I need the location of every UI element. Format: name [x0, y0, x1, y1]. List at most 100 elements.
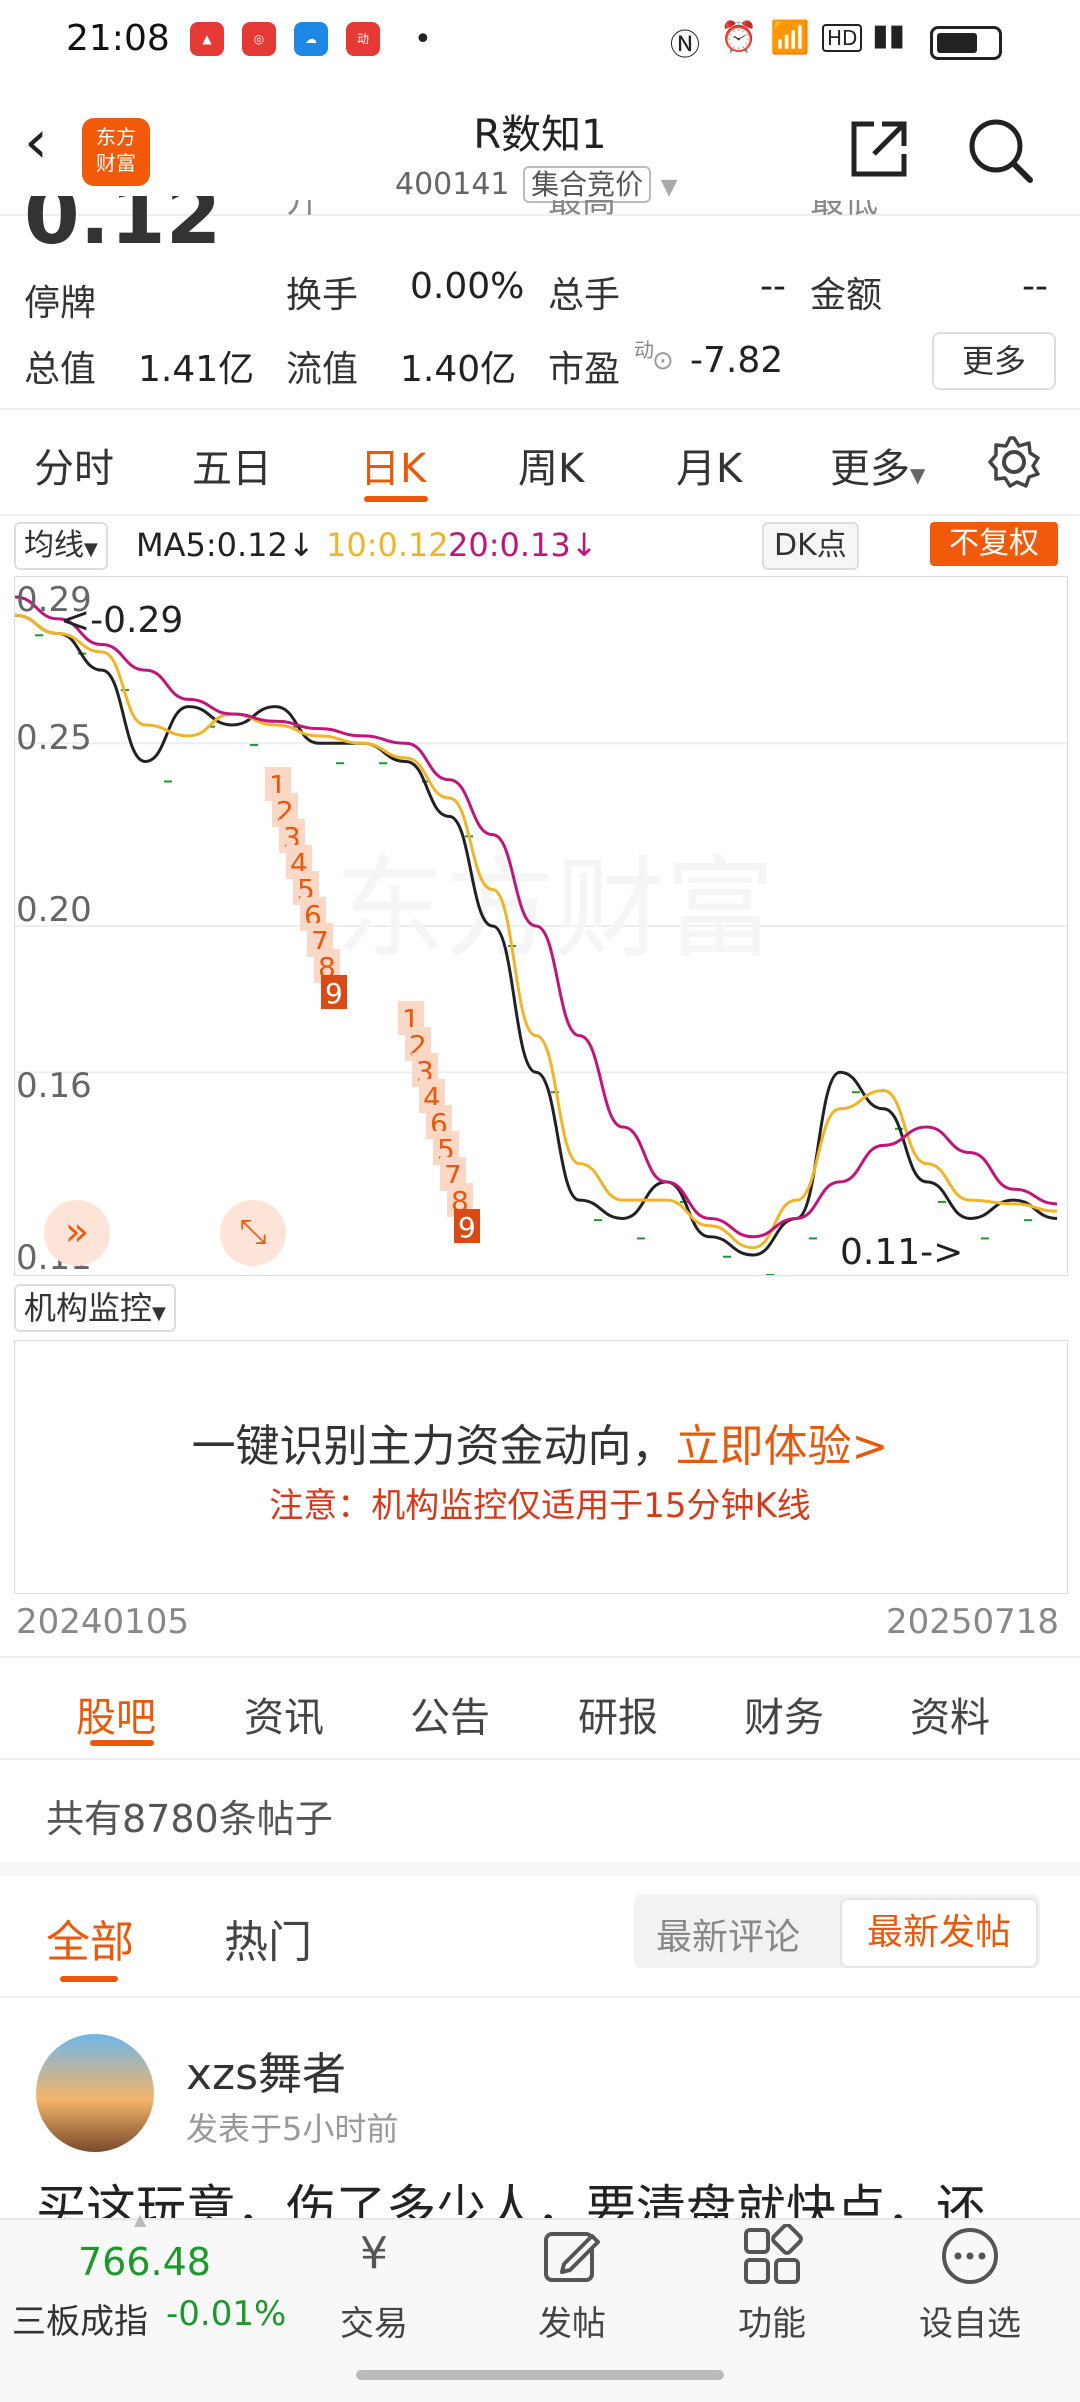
- pe-superscript: 动: [634, 338, 654, 362]
- info-icon[interactable]: ⊙: [652, 346, 674, 376]
- auction-badge: 集合竞价: [523, 166, 652, 203]
- ma5-text: MA5:0.12: [136, 526, 288, 564]
- high-marker-label: <-0.29: [60, 600, 184, 641]
- tab-news[interactable]: 资讯: [244, 1685, 324, 1743]
- search-icon[interactable]: [966, 116, 1036, 186]
- index-value[interactable]: 766.48: [78, 2240, 211, 2284]
- edit-post-icon[interactable]: [540, 2224, 604, 2288]
- sort-latest-post[interactable]: 最新发帖: [840, 1898, 1038, 1968]
- filter-indicator: [60, 1976, 118, 1982]
- chevron-up-icon: ▲: [134, 2210, 147, 2229]
- sort-latest-comment[interactable]: 最新评论: [656, 1908, 800, 1960]
- notification-icon: ◎: [242, 22, 276, 56]
- ma20-text: 20:0.13: [448, 526, 571, 564]
- x-start-date: 20240105: [16, 1602, 190, 1642]
- post-time: 发表于5小时前: [186, 2110, 399, 2148]
- arrow-down-icon: ↓: [570, 526, 598, 564]
- pe-value: -7.82: [690, 340, 784, 381]
- volume-label: 总手: [548, 275, 621, 316]
- home-indicator: [356, 2370, 724, 2380]
- footer-trade[interactable]: 交易: [314, 2296, 434, 2345]
- tab-forum[interactable]: 股吧: [76, 1685, 156, 1743]
- float-cap-label: 流值: [286, 349, 359, 390]
- stock-name: R数知1: [473, 112, 607, 158]
- suspended-status: 停牌: [24, 283, 97, 324]
- chevron-down-icon: ▼: [152, 1303, 166, 1324]
- open-label: 开: [286, 200, 320, 221]
- chevron-down-icon: ▼: [910, 463, 926, 487]
- more-dots-icon[interactable]: [938, 2224, 1002, 2288]
- share-icon[interactable]: [846, 116, 912, 182]
- expand-right-icon[interactable]: »: [44, 1200, 110, 1266]
- status-bar: 21:08 ▲ ◎ ☁ 动 • Ⓝ ⏰ 📶 HD ▮▮: [0, 0, 1080, 80]
- battery-icon: [930, 26, 1002, 60]
- trade-icon[interactable]: ¥: [338, 2228, 410, 2288]
- adjustment-button[interactable]: 不复权: [930, 522, 1058, 566]
- signal-icon: ▮▮: [872, 18, 906, 53]
- stock-code-row[interactable]: 400141 集合竞价 ▼: [395, 163, 678, 203]
- avatar[interactable]: [36, 2034, 154, 2152]
- volume-value: --: [760, 266, 786, 307]
- tab-daily-k[interactable]: 日K: [360, 436, 426, 494]
- kline-chart[interactable]: 东方财富 123456789123465789: [14, 576, 1068, 1276]
- td-mark-label: 9: [325, 977, 343, 1010]
- tab-weekly-k[interactable]: 周K: [518, 436, 584, 494]
- chevron-down-icon: ▼: [84, 539, 98, 560]
- post-count: 共有8780条帖子: [46, 1797, 333, 1841]
- y-tick-label: 0.16: [16, 1066, 92, 1106]
- market-cap-label: 总值: [24, 349, 97, 390]
- footer-add-watchlist[interactable]: 设自选: [904, 2296, 1036, 2345]
- footer-functions[interactable]: 功能: [712, 2296, 832, 2345]
- fullscreen-icon[interactable]: ⤡: [220, 1200, 286, 1266]
- index-name[interactable]: 三板成指: [12, 2294, 148, 2343]
- filter-all[interactable]: 全部: [46, 1906, 134, 1970]
- ma-select[interactable]: 均线▼: [14, 522, 108, 570]
- monitor-headline: 一键识别主力资金动向，: [191, 1421, 676, 1472]
- post-username[interactable]: xzs舞者: [186, 2038, 346, 2102]
- tab-finance[interactable]: 财务: [744, 1685, 824, 1743]
- ma-select-label: 均线: [24, 528, 84, 563]
- settings-gear-icon[interactable]: [986, 434, 1042, 490]
- nfc-icon: Ⓝ: [670, 28, 700, 63]
- ma20-value: 20:0.13↓: [448, 526, 598, 564]
- y-tick-label: 0.20: [16, 890, 92, 930]
- post-text[interactable]: 买这玩意，伤了多少人，要清盘就快点，还: [36, 2170, 1046, 2218]
- tab-more[interactable]: 更多▼: [830, 436, 925, 494]
- functions-grid-icon[interactable]: [740, 2224, 804, 2288]
- more-quote-button[interactable]: 更多: [932, 332, 1056, 390]
- dk-point-button[interactable]: DK点: [762, 522, 859, 570]
- footer-post[interactable]: 发帖: [512, 2296, 632, 2345]
- arrow-down-icon: ↓: [287, 526, 315, 564]
- tab-intraday[interactable]: 分时: [34, 436, 114, 494]
- low-marker-label: 0.11->: [840, 1232, 964, 1273]
- notification-icon: ☁: [294, 22, 328, 56]
- tab-announcements[interactable]: 公告: [410, 1685, 490, 1743]
- hd-icon: HD: [822, 24, 863, 52]
- turnover-value: 0.00%: [410, 266, 525, 307]
- monitor-note: 注意：机构监控仅适用于15分钟K线: [269, 1486, 811, 1526]
- divider: [0, 514, 1080, 516]
- low-label: 最低: [810, 200, 878, 221]
- last-price: 0.12: [24, 196, 222, 256]
- pe-label: 市盈: [548, 349, 621, 390]
- filter-hot[interactable]: 热门: [224, 1906, 312, 1970]
- wifi-icon: 📶: [770, 18, 810, 56]
- monitor-select-label: 机构监控: [24, 1289, 153, 1327]
- market-cap-value: 1.41亿: [138, 349, 255, 390]
- high-label: 最高: [548, 200, 616, 221]
- alarm-icon: ⏰: [720, 20, 758, 55]
- chart-canvas: 东方财富 123456789123465789: [14, 595, 1067, 1276]
- notification-icon: ▲: [190, 22, 224, 56]
- monitor-cta-link[interactable]: 立即体验>: [676, 1421, 889, 1472]
- tab-five-day[interactable]: 五日: [192, 436, 272, 494]
- tab-profile[interactable]: 资料: [910, 1685, 990, 1743]
- notification-icon: 动: [346, 22, 380, 56]
- more-notifications-dot: •: [414, 22, 432, 57]
- monitor-headline-row: 一键识别主力资金动向，立即体验>: [0, 1410, 1080, 1474]
- tab-monthly-k[interactable]: 月K: [676, 436, 742, 494]
- ma5-value: MA5:0.12↓: [136, 526, 315, 564]
- monitor-select[interactable]: 机构监控▼: [14, 1284, 176, 1332]
- stock-code: 400141: [395, 167, 510, 202]
- td-mark-label: 9: [458, 1211, 476, 1244]
- tab-research[interactable]: 研报: [578, 1685, 658, 1743]
